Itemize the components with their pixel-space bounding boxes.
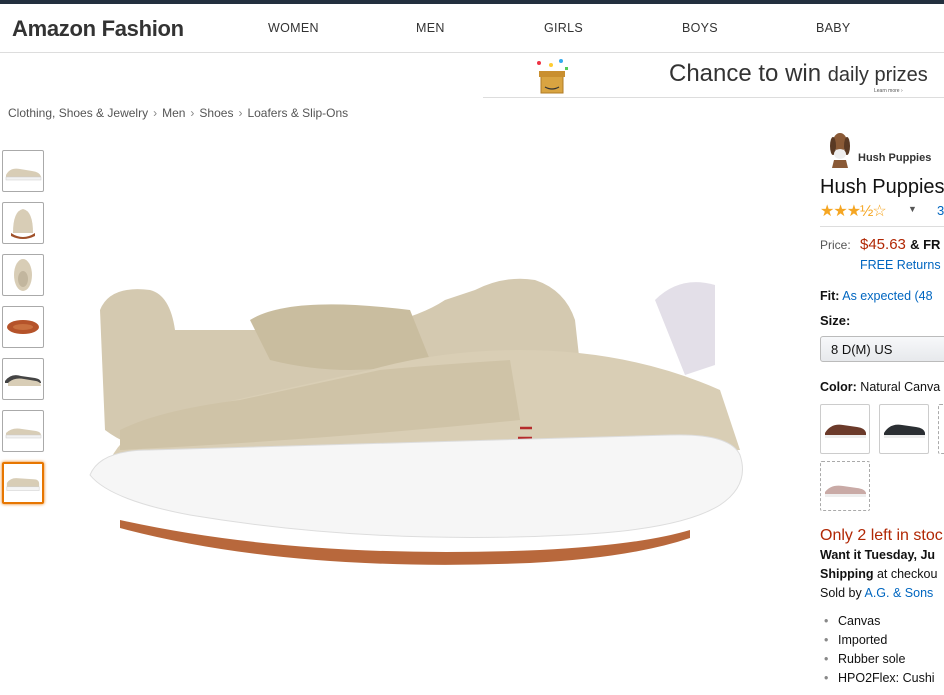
- shipping-info: Shipping at checkou: [820, 567, 937, 581]
- color-swatch-unavailable[interactable]: [938, 404, 944, 454]
- promo-headline: Chance to win: [669, 60, 822, 87]
- nav-women[interactable]: WOMEN: [268, 21, 319, 35]
- sold-by: Sold by A.G. & Sons: [820, 586, 933, 600]
- free-shipping-text: & FR: [910, 237, 941, 252]
- brand-logo-text: Hush Puppies: [858, 152, 932, 164]
- black-shoe-icon: [884, 424, 925, 438]
- fit-info: Fit: As expected (48: [820, 289, 933, 303]
- breadcrumb-item[interactable]: Shoes: [199, 106, 233, 120]
- pink-shoe-icon: [825, 485, 866, 497]
- nav-men[interactable]: MEN: [416, 21, 445, 35]
- shoe-thumbnail-icon: [11, 209, 35, 239]
- review-count[interactable]: 3: [937, 203, 944, 218]
- color-info: Color: Natural Canva: [820, 380, 940, 394]
- thumbnail-side[interactable]: [2, 150, 44, 192]
- size-select[interactable]: 8 D(M) US: [820, 336, 944, 362]
- thumbnail-top[interactable]: [2, 254, 44, 296]
- hush-puppies-logo-icon[interactable]: [828, 128, 852, 168]
- thumbnail-angled[interactable]: [2, 462, 44, 504]
- color-value: Natural Canva: [860, 380, 941, 394]
- delivery-date: Want it Tuesday, Ju: [820, 548, 936, 562]
- breadcrumb-item[interactable]: Clothing, Shoes & Jewelry: [8, 106, 148, 120]
- thumbnail-back[interactable]: [2, 410, 44, 452]
- site-header: Amazon Fashion WOMEN MEN GIRLS BOYS BABY: [0, 4, 944, 53]
- color-label: Color:: [820, 380, 857, 394]
- fit-label: Fit:: [820, 289, 840, 303]
- seller-link[interactable]: A.G. & Sons: [865, 586, 934, 600]
- sold-by-label: Sold by: [820, 586, 862, 600]
- nav-girls[interactable]: GIRLS: [544, 21, 583, 35]
- stock-status: Only 2 left in stoc: [820, 527, 943, 544]
- size-label: Size:: [820, 313, 851, 328]
- feature-item: Imported: [820, 633, 935, 652]
- shipping-label: Shipping: [820, 567, 874, 581]
- breadcrumb: Clothing, Shoes & Jewelry › Men › Shoes › Loaf…: [8, 106, 348, 120]
- price-value: $45.63: [860, 236, 906, 253]
- breadcrumb-item[interactable]: Men: [162, 106, 185, 120]
- shipping-text: at checkou: [876, 567, 938, 581]
- amazon-fashion-logo[interactable]: Amazon Fashion: [12, 16, 184, 42]
- color-swatch-brown[interactable]: [820, 404, 870, 454]
- product-title: Hush Puppies: [820, 176, 944, 198]
- feature-item: HPO2Flex: Cushi: [820, 671, 935, 690]
- color-swatch-pink[interactable]: [820, 461, 870, 511]
- rating-stars[interactable]: ★★★½☆: [820, 201, 887, 221]
- feature-list: Canvas Imported Rubber sole HPO2Flex: Cu…: [820, 614, 935, 690]
- chevron-down-icon[interactable]: ▼: [908, 204, 917, 214]
- price: $45.63 & FR: [860, 236, 940, 253]
- shoe-thumbnail-icon: [14, 259, 32, 291]
- thumbnail-front[interactable]: [2, 202, 44, 244]
- price-label: Price:: [820, 238, 851, 252]
- color-swatch-black[interactable]: [879, 404, 929, 454]
- breadcrumb-separator: ›: [153, 106, 158, 120]
- prize-box-icon: [537, 59, 568, 94]
- thumbnail-pair[interactable]: [2, 358, 44, 400]
- brown-shoe-icon: [825, 424, 866, 438]
- thumbnail-sole[interactable]: [2, 306, 44, 348]
- free-returns-link[interactable]: FREE Returns: [860, 258, 941, 272]
- fit-value-link[interactable]: As expected (48: [842, 289, 932, 303]
- product-details: Hush Puppies Hush Puppies ★★★½☆ ▼ 3 Pric…: [820, 0, 944, 695]
- shoe-thumbnail-icon: [5, 375, 41, 386]
- divider: [820, 226, 944, 227]
- breadcrumb-separator: ›: [190, 106, 195, 120]
- nav-boys[interactable]: BOYS: [682, 21, 718, 35]
- shoe-thumbnail-icon: [5, 168, 42, 181]
- shoe-thumbnail-icon: [5, 428, 42, 439]
- breadcrumb-item[interactable]: Loafers & Slip-Ons: [247, 106, 348, 120]
- shoe-thumbnail-icon: [7, 320, 39, 334]
- product-main-image[interactable]: [60, 260, 760, 590]
- feature-item: Canvas: [820, 614, 935, 633]
- breadcrumb-separator: ›: [238, 106, 243, 120]
- shoe-thumbnail-icon: [6, 478, 40, 491]
- feature-item: Rubber sole: [820, 652, 935, 671]
